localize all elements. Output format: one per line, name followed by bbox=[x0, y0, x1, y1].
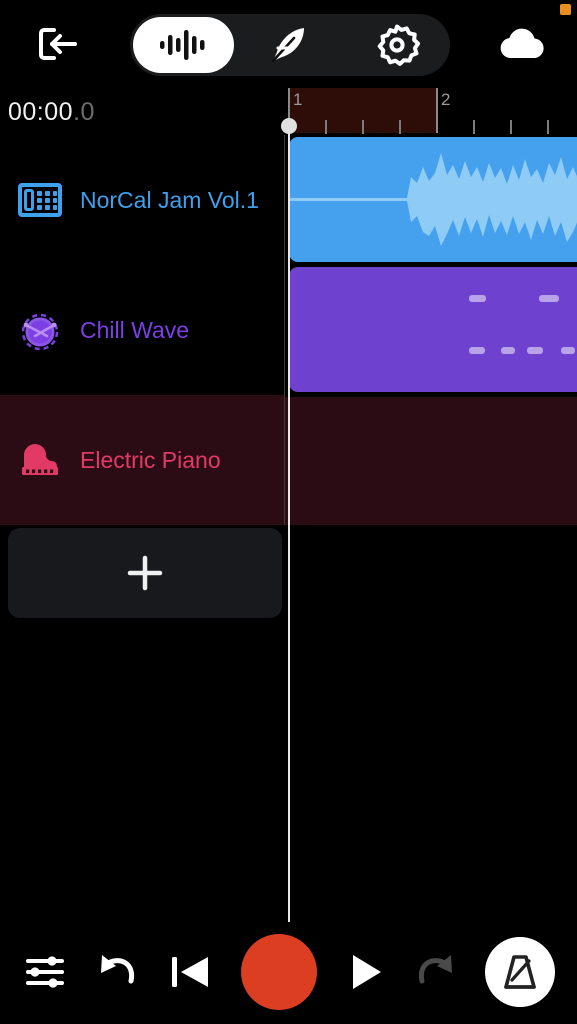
redo-button[interactable] bbox=[412, 951, 460, 993]
midi-note bbox=[469, 295, 486, 302]
track-icon-wrapper bbox=[0, 395, 80, 525]
record-button[interactable] bbox=[241, 934, 318, 1010]
view-mode-segmented-control bbox=[130, 14, 450, 76]
beat-tick bbox=[325, 120, 327, 134]
redo-arrow-icon bbox=[418, 955, 452, 984]
add-track-button[interactable] bbox=[8, 528, 282, 618]
beat-tick bbox=[510, 120, 512, 134]
grand-piano-icon bbox=[22, 444, 58, 475]
beat-tick bbox=[473, 120, 475, 134]
timecode-main: 00:00 bbox=[8, 98, 74, 126]
tab-lyrics[interactable] bbox=[237, 14, 344, 76]
exit-icon bbox=[39, 28, 77, 60]
tracklist-timeline-divider bbox=[284, 135, 285, 525]
tab-arrange[interactable] bbox=[130, 14, 237, 76]
track-header-list: NorCal Jam Vol.1 Chill Wave Electric Pia… bbox=[0, 135, 285, 525]
top-toolbar bbox=[0, 0, 577, 88]
exit-button[interactable] bbox=[28, 20, 88, 68]
cloud-upload-icon bbox=[500, 28, 544, 58]
app-root: 00:00.0 1 2 NorCal Jam Vol.1 Chill Wave … bbox=[0, 0, 577, 1024]
empty-lane-electric-piano[interactable] bbox=[285, 397, 577, 525]
beat-tick bbox=[547, 120, 549, 134]
midi-note bbox=[527, 347, 543, 354]
timeline-clips-area[interactable] bbox=[285, 135, 577, 525]
track-name-label: Chill Wave bbox=[80, 316, 190, 343]
bar-number: 1 bbox=[293, 90, 303, 109]
midi-note bbox=[469, 347, 485, 354]
drum-cymbal-icon bbox=[21, 313, 59, 351]
playhead-line bbox=[288, 122, 290, 922]
cloud-upload-button[interactable] bbox=[490, 20, 554, 68]
bar-number: 2 bbox=[441, 90, 451, 109]
metronome-button[interactable] bbox=[484, 937, 555, 1007]
feather-icon bbox=[271, 28, 304, 63]
track-icon-wrapper bbox=[0, 265, 80, 395]
beat-tick bbox=[362, 120, 364, 134]
waveform-graphic bbox=[289, 153, 577, 246]
sliders-icon bbox=[26, 956, 64, 988]
timeline-ruler[interactable]: 1 2 bbox=[285, 88, 577, 135]
tab-settings[interactable] bbox=[343, 14, 450, 76]
undo-button[interactable] bbox=[93, 951, 141, 993]
transport-bar bbox=[0, 920, 577, 1024]
audio-clip-norcal-jam[interactable] bbox=[289, 137, 577, 262]
mixer-button[interactable] bbox=[22, 949, 68, 995]
midi-clip-chill-wave[interactable] bbox=[289, 267, 577, 392]
track-row-norcal-jam[interactable]: NorCal Jam Vol.1 bbox=[0, 135, 285, 265]
play-triangle-icon bbox=[352, 955, 381, 989]
track-icon-wrapper bbox=[0, 135, 80, 265]
timecode-display[interactable]: 00:00.0 bbox=[8, 98, 95, 127]
track-row-electric-piano[interactable]: Electric Piano bbox=[0, 395, 285, 525]
track-name-label: NorCal Jam Vol.1 bbox=[80, 186, 259, 213]
play-button[interactable] bbox=[343, 948, 387, 996]
plus-icon bbox=[127, 555, 163, 591]
undo-arrow-icon bbox=[101, 955, 135, 984]
midi-note bbox=[501, 347, 515, 354]
waveform-icon bbox=[160, 30, 205, 60]
bar-line bbox=[436, 88, 438, 133]
midi-note bbox=[539, 295, 559, 302]
metronome-icon bbox=[504, 955, 536, 989]
sampler-grid-icon bbox=[18, 183, 62, 217]
midi-note bbox=[561, 347, 575, 354]
track-row-chill-wave[interactable]: Chill Wave bbox=[0, 265, 285, 395]
timecode-fraction: .0 bbox=[73, 98, 95, 126]
gear-icon bbox=[377, 24, 420, 66]
playhead-handle[interactable] bbox=[281, 118, 297, 134]
track-name-label: Electric Piano bbox=[80, 446, 221, 473]
skip-back-icon bbox=[172, 957, 209, 987]
beat-tick bbox=[399, 120, 401, 134]
rewind-button[interactable] bbox=[166, 948, 216, 996]
